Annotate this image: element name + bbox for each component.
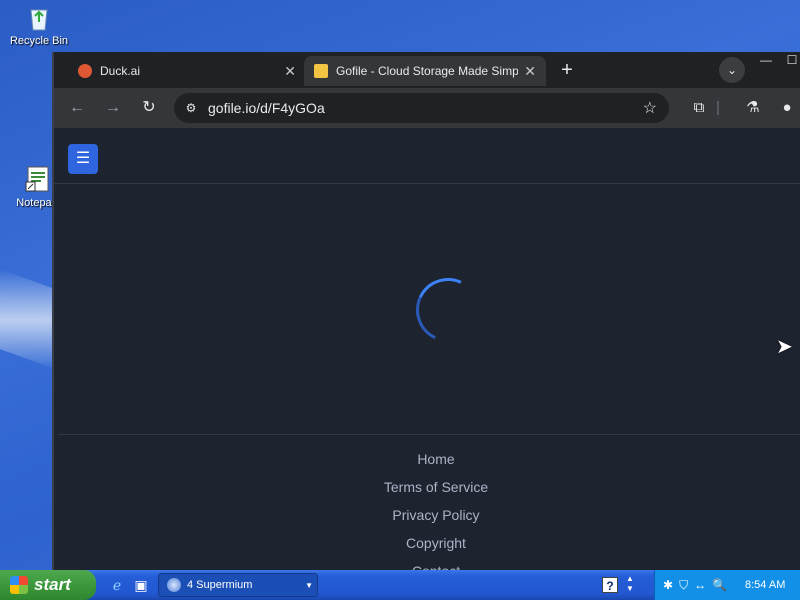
bookmark-star-icon[interactable]: ☆: [643, 98, 657, 118]
taskbar-button-label: 4 Supermium: [187, 579, 253, 591]
maximize-button[interactable]: ☐: [780, 52, 800, 70]
reload-icon[interactable]: ↻: [138, 97, 160, 119]
address-bar[interactable]: ⚙ gofile.io/d/F4yGOa ☆: [174, 93, 669, 123]
taskbar-button-supermium[interactable]: 4 Supermium ▼: [158, 573, 318, 597]
scroll-arrows-icon[interactable]: ▲ ▼: [626, 574, 634, 594]
recycle-bin-icon: [30, 9, 48, 31]
supermium-icon: [167, 578, 181, 592]
show-desktop-icon[interactable]: ▣: [132, 576, 150, 594]
tab-search-button[interactable]: ⌄: [719, 57, 745, 83]
page-footer: Home Terms of Service Privacy Policy Cop…: [58, 434, 800, 572]
start-button[interactable]: start: [0, 570, 96, 600]
footer-link-copyright[interactable]: Copyright: [58, 529, 800, 557]
chevron-down-icon: ▼: [305, 580, 313, 590]
footer-link-terms[interactable]: Terms of Service: [58, 473, 800, 501]
page-content: ☰ Home Terms of Service Privacy Policy C…: [54, 128, 800, 572]
desktop-icon-recycle-bin[interactable]: Recycle Bin: [4, 2, 74, 47]
mouse-cursor-icon: ➤: [776, 336, 793, 358]
connection-icon[interactable]: ↔: [694, 578, 706, 592]
network-icon[interactable]: ✱: [663, 578, 673, 592]
minimize-button[interactable]: —: [754, 52, 778, 70]
profile-avatar-icon[interactable]: ●: [776, 97, 798, 119]
notepad-icon: [25, 166, 49, 192]
footer-link-home[interactable]: Home: [58, 445, 800, 473]
tab-title: Duck.ai: [100, 64, 141, 78]
start-label: start: [34, 575, 71, 594]
back-icon[interactable]: ←: [66, 97, 88, 119]
url-text[interactable]: gofile.io/d/F4yGOa: [208, 100, 643, 116]
help-icon[interactable]: ?: [602, 577, 618, 593]
forward-icon[interactable]: →: [102, 97, 124, 119]
page-header: ☰: [54, 128, 800, 184]
browser-window: Duck.ai ✕ Gofile - Cloud Storage Made Si…: [52, 52, 800, 572]
browser-toolbar: ← → ↻ ⚙ gofile.io/d/F4yGOa ☆ ⧉ | ⚗ ●: [54, 88, 800, 128]
tab-gofile[interactable]: Gofile - Cloud Storage Made Simple ✕: [304, 56, 546, 86]
new-tab-button[interactable]: +: [554, 58, 580, 84]
security-shield-icon[interactable]: ⛉: [679, 578, 688, 593]
toolbar-divider: |: [716, 99, 720, 116]
tab-strip: Duck.ai ✕ Gofile - Cloud Storage Made Si…: [54, 52, 800, 88]
tab-duck-ai[interactable]: Duck.ai ✕: [68, 56, 306, 86]
system-tray: ✱ ⛉ ↔ 🔍 8:54 AM: [654, 570, 800, 600]
gofile-icon: [314, 64, 328, 78]
desktop-wallpaper-streak: [0, 269, 60, 371]
tab-title: Gofile - Cloud Storage Made Simple: [336, 64, 519, 78]
windows-flag-icon: [10, 576, 28, 594]
duckduckgo-icon: [78, 64, 92, 78]
site-info-icon[interactable]: ⚙: [182, 99, 200, 117]
loading-spinner: [406, 268, 490, 352]
desktop-icon-label: Recycle Bin: [9, 35, 69, 47]
close-tab-icon[interactable]: ✕: [524, 63, 536, 80]
footer-link-privacy[interactable]: Privacy Policy: [58, 501, 800, 529]
extensions-icon[interactable]: ⧉: [688, 97, 710, 119]
close-tab-icon[interactable]: ✕: [284, 63, 296, 80]
hamburger-menu-icon[interactable]: ☰: [68, 144, 98, 174]
search-tray-icon[interactable]: 🔍: [712, 578, 727, 592]
labs-flask-icon[interactable]: ⚗: [742, 97, 764, 119]
taskbar: start ℯ ▣ 4 Supermium ▼ ? ▲ ▼ ✱ ⛉ ↔ 🔍 8:5…: [0, 570, 800, 600]
internet-explorer-icon[interactable]: ℯ: [108, 576, 126, 594]
clock: 8:54 AM: [745, 579, 786, 591]
